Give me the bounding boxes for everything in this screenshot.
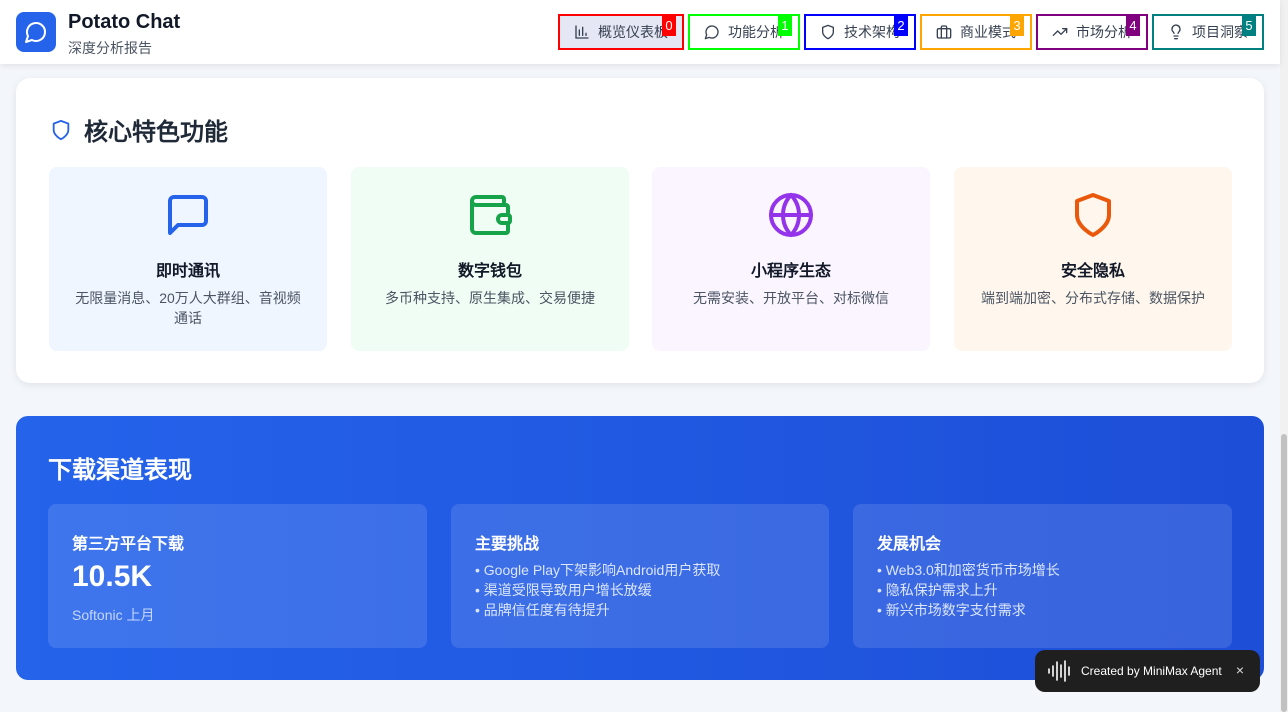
feature-title: 数字钱包 [457, 263, 522, 280]
toast-text: Created by MiniMax Agent [1081, 664, 1222, 678]
app-title: Potato Chat [68, 11, 181, 33]
scrollbar[interactable] [1280, 0, 1288, 712]
stat-value: 10.5K [72, 560, 153, 593]
close-icon[interactable]: × [1236, 662, 1244, 678]
globe-icon [769, 193, 813, 237]
list-item: • 新兴市场数字支付需求 [877, 602, 1026, 618]
feature-card-wallet: 数字钱包 多币种支持、原生集成、交易便捷 [351, 167, 629, 351]
briefcase-icon [936, 24, 952, 40]
nav-business-button[interactable]: 商业模式 3 [920, 14, 1032, 50]
nav-badge: 1 [778, 16, 792, 36]
feature-title: 小程序生态 [750, 263, 831, 280]
nav-market-button[interactable]: 市场分析 4 [1036, 14, 1148, 50]
download-title: 下载渠道表现 [48, 457, 192, 484]
sound-wave-icon [1048, 660, 1070, 682]
wallet-icon [470, 195, 512, 235]
message-square-icon [168, 195, 208, 235]
download-section: 下载渠道表现 第三方平台下载 10.5K Softonic 上月 主要挑战 • … [16, 416, 1264, 680]
app-logo [16, 12, 56, 52]
opportunities-list: • Web3.0和加密货币市场增长 • 隐私保护需求上升 • 新兴市场数字支付需… [877, 560, 1060, 620]
stat-note: Softonic 上月 [72, 607, 155, 623]
list-item: • 渠道受限导致用户增长放缓 [475, 582, 652, 598]
feature-desc: 无限量消息、20万人大群组、音视频通话 [75, 290, 301, 326]
nav-architecture-button[interactable]: 技术架构 2 [804, 14, 916, 50]
chat-bubble-icon [25, 22, 46, 43]
feature-card-messaging: 即时通讯 无限量消息、20万人大群组、音视频通话 [49, 167, 327, 351]
nav-badge: 5 [1242, 16, 1256, 36]
minimax-toast[interactable]: Created by MiniMax Agent × [1035, 650, 1260, 692]
download-stat-box: 第三方平台下载 10.5K Softonic 上月 [48, 504, 427, 648]
features-card: 核心特色功能 即时通讯 无限量消息、20万人大群组、音视频通话 数字钱包 多币种… [16, 78, 1264, 383]
nav-badge: 3 [1010, 16, 1024, 36]
trending-up-icon [1052, 24, 1068, 40]
scrollbar-thumb[interactable] [1281, 434, 1287, 712]
nav-badge: 0 [662, 16, 676, 36]
feature-desc: 端到端加密、分布式存储、数据保护 [981, 290, 1205, 306]
shield-icon [52, 119, 70, 140]
app-subtitle: 深度分析报告 [68, 40, 152, 56]
nav-label: 概览仪表板 [598, 24, 668, 40]
shield-icon [1075, 193, 1111, 237]
feature-desc: 无需安装、开放平台、对标微信 [693, 290, 889, 306]
nav-insights-button[interactable]: 项目洞察 5 [1152, 14, 1264, 50]
features-header: 核心特色功能 [50, 112, 228, 147]
bar-chart-icon [574, 24, 590, 40]
feature-title: 安全隐私 [1060, 263, 1125, 280]
nav-features-button[interactable]: 功能分析 1 [688, 14, 800, 50]
shield-icon [820, 24, 836, 40]
feature-card-miniapps: 小程序生态 无需安装、开放平台、对标微信 [652, 167, 930, 351]
opportunities-box: 发展机会 • Web3.0和加密货币市场增长 • 隐私保护需求上升 • 新兴市场… [853, 504, 1232, 648]
challenges-box: 主要挑战 • Google Play下架影响Android用户获取 • 渠道受限… [451, 504, 829, 648]
nav-badge: 2 [894, 16, 908, 36]
list-item: • 隐私保护需求上升 [877, 582, 998, 598]
lightbulb-icon [1168, 24, 1184, 40]
nav-overview-button[interactable]: 概览仪表板 0 [558, 14, 684, 50]
challenges-list: • Google Play下架影响Android用户获取 • 渠道受限导致用户增… [475, 560, 720, 620]
stat-title: 第三方平台下载 [72, 536, 185, 553]
message-circle-icon [704, 24, 720, 40]
nav-badge: 4 [1126, 16, 1140, 36]
list-item: • Web3.0和加密货币市场增长 [877, 562, 1060, 578]
feature-desc: 多币种支持、原生集成、交易便捷 [385, 290, 595, 306]
list-item: • Google Play下架影响Android用户获取 [475, 562, 721, 578]
list-item: • 品牌信任度有待提升 [475, 602, 610, 618]
challenges-title: 主要挑战 [475, 536, 540, 553]
features-title: 核心特色功能 [84, 119, 228, 146]
opportunities-title: 发展机会 [877, 536, 942, 553]
feature-card-privacy: 安全隐私 端到端加密、分布式存储、数据保护 [954, 167, 1232, 351]
header: Potato Chat 深度分析报告 概览仪表板 0 功能分析 1 技术架构 2… [0, 0, 1280, 64]
feature-title: 即时通讯 [155, 263, 220, 280]
